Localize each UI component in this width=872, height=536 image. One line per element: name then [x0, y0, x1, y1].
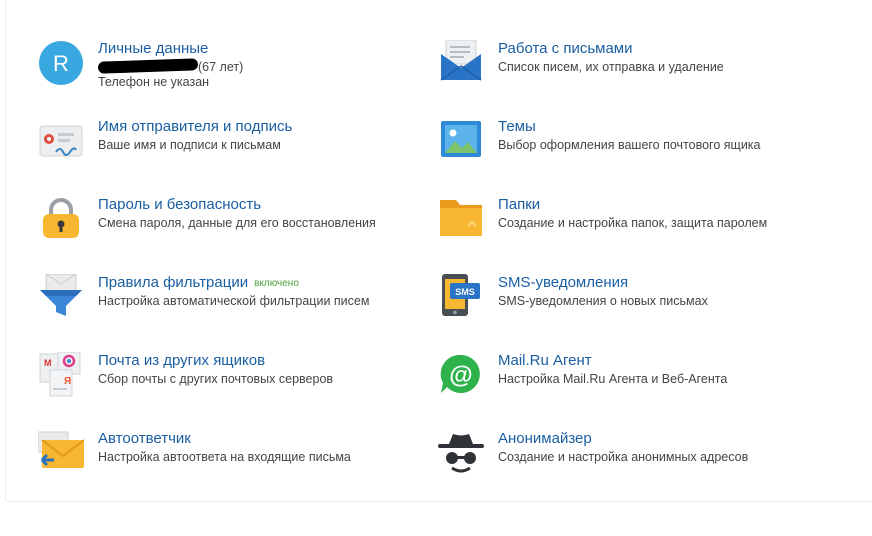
incognito-icon — [438, 430, 484, 476]
open-envelope-icon — [438, 39, 484, 86]
item-desc: Настройка автоответа на входящие письма — [98, 450, 351, 464]
folder-icon — [438, 196, 484, 242]
phone-sms-icon: SMS — [438, 274, 484, 320]
settings-item-themes[interactable]: Темы Выбор оформления вашего почтового я… — [438, 118, 848, 178]
item-desc: Создание и настройка папок, защита парол… — [498, 216, 768, 230]
redacted-name — [97, 58, 199, 74]
item-title[interactable]: Правила фильтрации включено — [98, 274, 299, 293]
sms-label: SMS — [455, 287, 475, 297]
item-title[interactable]: Папки — [498, 196, 540, 214]
settings-item-other-mailboxes[interactable]: MЯ Почта из других ящиков Сбор почты с д… — [38, 351, 398, 412]
item-desc: SMS-уведомления о новых письмах — [498, 294, 708, 308]
agent-glyph: @ — [449, 362, 472, 389]
item-title[interactable]: Личные данные — [98, 40, 208, 58]
item-title[interactable]: Почта из других ящиков — [98, 352, 265, 370]
item-desc: (67 лет) — [97, 58, 244, 75]
settings-item-sender-signature[interactable]: Имя отправителя и подпись Ваше имя и под… — [38, 118, 398, 178]
mail-agent-icon: @ — [438, 352, 484, 398]
item-title[interactable]: Пароль и безопасность — [98, 196, 261, 214]
phone-status: Телефон не указан — [98, 75, 210, 89]
settings-item-mail-handling[interactable]: Работа с письмами Список писем, их отпра… — [438, 39, 848, 100]
item-title-text[interactable]: Правила фильтрации — [98, 274, 248, 291]
settings-item-password-security[interactable]: Пароль и безопасность Смена пароля, данн… — [38, 196, 398, 256]
item-desc: Настройка Mail.Ru Агента и Веб-Агента — [498, 372, 728, 386]
settings-item-filter-rules[interactable]: Правила фильтрации включено Настройка авт… — [38, 273, 398, 334]
item-title[interactable]: Анонимайзер — [498, 430, 592, 448]
item-title[interactable]: Mail.Ru Агент — [498, 352, 592, 370]
item-title[interactable]: Автоответчик — [98, 430, 191, 448]
picture-icon — [438, 118, 484, 164]
item-title[interactable]: SMS-уведомления — [498, 274, 628, 292]
signature-card-icon — [38, 118, 84, 164]
avatar-letter: R — [53, 51, 69, 76]
autoreply-envelope-icon — [37, 430, 85, 476]
item-title[interactable]: Имя отправителя и подпись — [98, 118, 292, 136]
filter-funnel-icon — [38, 273, 84, 320]
settings-item-anonymizer[interactable]: Анонимайзер Создание и настройка анонимн… — [438, 430, 848, 490]
item-desc: Создание и настройка анонимных адресов — [498, 450, 749, 464]
item-desc: Настройка автоматической фильтрации писе… — [98, 294, 370, 308]
item-desc: Сбор почты с других почтовых серверов — [98, 372, 334, 386]
enabled-badge: включено — [254, 278, 299, 289]
settings-item-personal-data[interactable]: R Личные данные (67 лет) Телефон не указ… — [38, 40, 398, 100]
item-desc: Выбор оформления вашего почтового ящика — [498, 138, 761, 152]
settings-item-folders[interactable]: Папки Создание и настройка папок, защита… — [438, 196, 848, 256]
svg-text:Я: Я — [64, 376, 71, 387]
item-desc: Ваше имя и подписи к письмам — [98, 138, 281, 152]
other-mailboxes-icon: MЯ — [38, 351, 84, 398]
item-title[interactable]: Темы — [498, 118, 536, 136]
settings-item-mailru-agent[interactable]: @ Mail.Ru Агент Настройка Mail.Ru Агента… — [438, 352, 848, 412]
age-text: (67 лет) — [198, 60, 244, 74]
item-desc: Список писем, их отправка и удаление — [498, 60, 724, 74]
item-title[interactable]: Работа с письмами — [498, 40, 633, 58]
avatar-r-icon: R — [38, 40, 84, 86]
item-desc: Смена пароля, данные для его восстановле… — [98, 216, 376, 230]
svg-text:M: M — [44, 358, 52, 368]
settings-item-autoreply[interactable]: Автоответчик Настройка автоответа на вхо… — [37, 430, 398, 490]
settings-item-sms-notifications[interactable]: SMS SMS-уведомления SMS-уведомления о но… — [438, 274, 848, 334]
padlock-icon — [38, 196, 84, 242]
